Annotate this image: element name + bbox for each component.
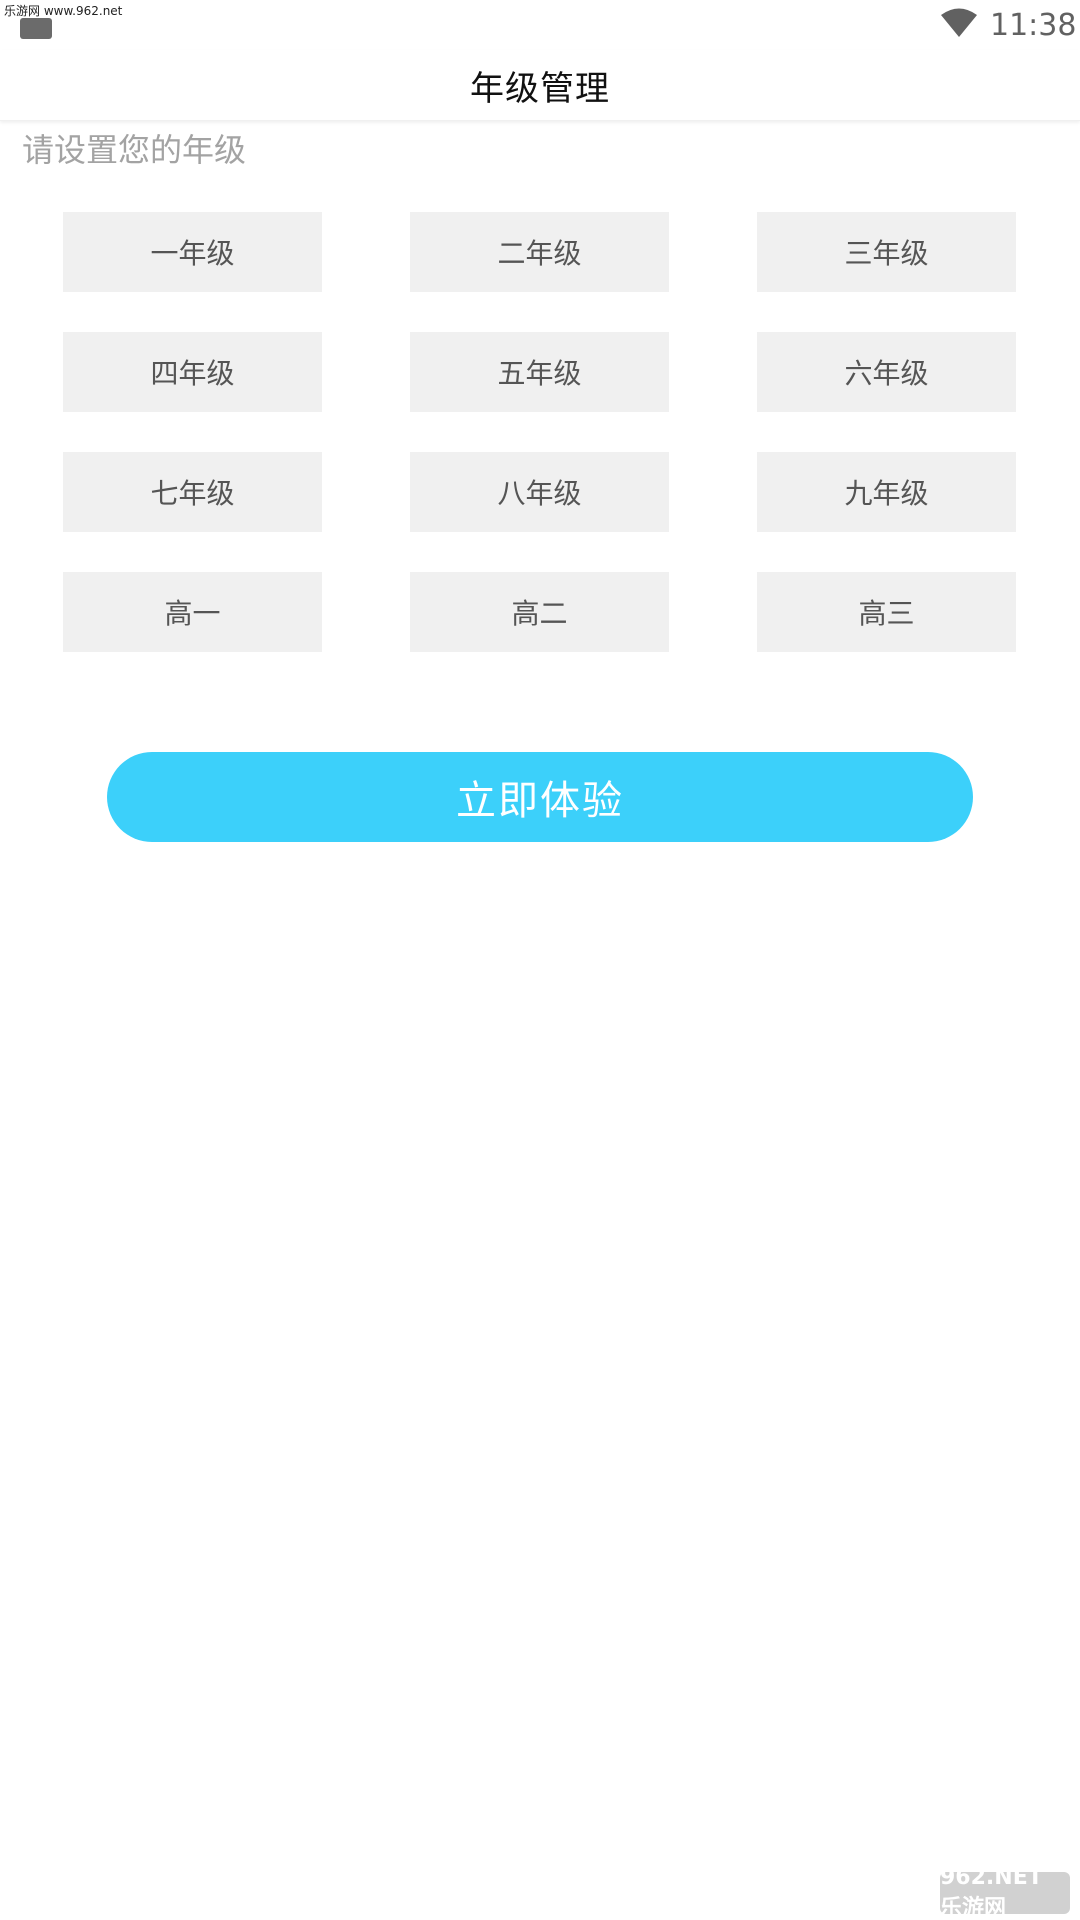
grade-button-senior-3[interactable]: 高三 [757, 572, 1016, 652]
grade-button-grade-9[interactable]: 九年级 [757, 452, 1016, 532]
grade-button-grade-8[interactable]: 八年级 [410, 452, 669, 532]
status-bar: 乐游网 www.962.net 11:38 [0, 0, 1080, 50]
grade-button-senior-1[interactable]: 高一 [63, 572, 322, 652]
grade-button-grade-3[interactable]: 三年级 [757, 212, 1016, 292]
start-experience-button[interactable]: 立即体验 [107, 752, 973, 842]
watermark-text: 乐游网 www.962.net [4, 4, 123, 18]
wifi-icon [941, 8, 977, 37]
screen: 乐游网 www.962.net 11:38 年级管理 请设置您的年级 一年级 二… [0, 0, 1080, 1920]
grade-button-grade-7[interactable]: 七年级 [63, 452, 322, 532]
status-time: 11:38 [990, 8, 1077, 43]
grade-button-grade-6[interactable]: 六年级 [757, 332, 1016, 412]
notification-icon [20, 18, 52, 39]
page-title: 年级管理 [470, 68, 610, 109]
grade-prompt: 请设置您的年级 [22, 131, 247, 169]
grade-button-grade-1[interactable]: 一年级 [63, 212, 322, 292]
app-bar: 年级管理 [0, 50, 1080, 121]
site-logo-watermark: 962.NET 乐游网 [940, 1865, 1070, 1920]
grade-button-grade-5[interactable]: 五年级 [410, 332, 669, 412]
grade-button-senior-2[interactable]: 高二 [410, 572, 669, 652]
grade-grid: 一年级 二年级 三年级 四年级 五年级 六年级 七年级 八年级 九年级 高一 高… [63, 212, 1017, 652]
grade-button-grade-4[interactable]: 四年级 [63, 332, 322, 412]
grade-button-grade-2[interactable]: 二年级 [410, 212, 669, 292]
